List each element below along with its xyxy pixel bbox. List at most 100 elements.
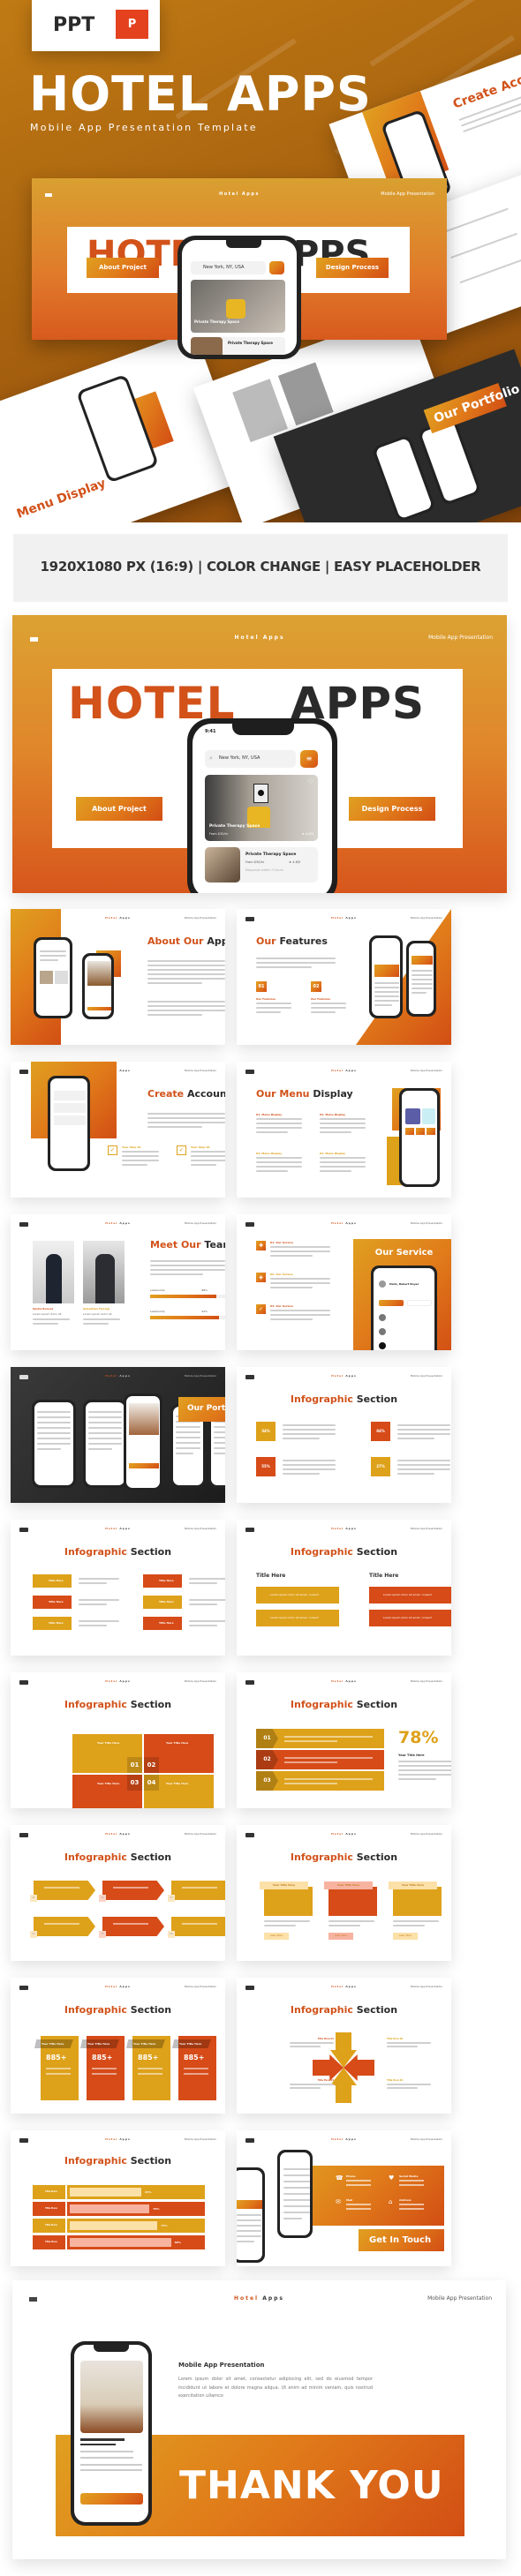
slide-info-cross[interactable]: Hotel Apps Mobile App Presentation Infogra… bbox=[237, 1978, 451, 2114]
search-input[interactable]: ⌕ New York, NY, USA bbox=[205, 750, 296, 768]
phone-mockup: 9:41 ⌕ New York, NY, USA ≡ ♡ Private The… bbox=[187, 718, 337, 893]
phone-mockup bbox=[124, 1393, 162, 1491]
book-button[interactable] bbox=[87, 1007, 111, 1010]
about-project-button[interactable]: About Project bbox=[87, 258, 159, 278]
placeholder-text-line bbox=[79, 1599, 119, 1601]
placeholder-text-line bbox=[320, 1157, 366, 1159]
info-card bbox=[328, 1887, 377, 1916]
slide-info-bars[interactable]: Hotel Apps Mobile App Presentation Infogra… bbox=[11, 2130, 225, 2266]
stat-heading: Your Title Here bbox=[80, 2039, 119, 2048]
book-button[interactable] bbox=[80, 2493, 143, 2505]
hero-subtitle: Mobile App Presentation Template bbox=[30, 122, 258, 133]
placeholder-text-line bbox=[283, 1433, 336, 1435]
placeholder-text-line bbox=[176, 1447, 200, 1449]
get-in-touch-button[interactable]: Get In Touch bbox=[359, 2229, 444, 2251]
placeholder-text-line bbox=[412, 979, 433, 980]
menu-button[interactable] bbox=[427, 1128, 435, 1135]
quad-heading: Your Title Here bbox=[97, 1741, 120, 1745]
slide-menu[interactable]: Hotel Apps Mobile App Presentation Our Men… bbox=[237, 1062, 451, 1198]
placeholder-text-line bbox=[214, 1453, 225, 1454]
filter-button[interactable]: ≡ bbox=[300, 750, 318, 768]
slide-features[interactable]: Hotel Apps Mobile App Presentation Our Fea… bbox=[237, 909, 451, 1045]
slide-info-steps[interactable]: Hotel Apps Mobile App Presentation Infogra… bbox=[237, 1672, 451, 1808]
slide-info-checks[interactable]: Hotel Apps Mobile App Presentation Infogra… bbox=[237, 1520, 451, 1656]
feature-label: Our Features bbox=[256, 997, 276, 1001]
learn-more-button[interactable]: Learn More bbox=[393, 1933, 418, 1940]
placeholder-text-line bbox=[270, 1318, 313, 1320]
placeholder-text-line bbox=[147, 973, 225, 975]
slide-info-arrows[interactable]: Hotel Apps Mobile App Presentation Infogra… bbox=[11, 1825, 225, 1961]
slide-contact[interactable]: Hotel Apps Mobile App Presentation ☎ Phone ♥… bbox=[237, 2130, 451, 2266]
placeholder-text-line bbox=[374, 1004, 392, 1006]
placeholder-text-line bbox=[37, 1448, 61, 1450]
slide-about[interactable]: Hotel Apps Mobile App Presentation About O… bbox=[11, 909, 225, 1045]
menu-button[interactable] bbox=[405, 1128, 414, 1135]
banner-text: 1920X1080 PX (16:9) | COLOR CHANGE | EAS… bbox=[40, 559, 481, 575]
contact-label: Address bbox=[399, 2198, 412, 2202]
placeholder-text-line bbox=[44, 1887, 79, 1889]
listing-card[interactable]: Private Therapy Space bbox=[191, 337, 285, 355]
step-heading: Your Title Here bbox=[398, 1754, 425, 1757]
skill-label: Leadership bbox=[150, 1288, 165, 1292]
slide-account[interactable]: Hotel AppsMobile App PresentationCreate … bbox=[11, 1062, 225, 1198]
placeholder-text-line bbox=[92, 2073, 117, 2075]
placeholder-text-line bbox=[374, 991, 399, 993]
header-right-label: Mobile App Presentation bbox=[410, 1220, 443, 1225]
person-silhouette bbox=[95, 1254, 115, 1303]
slide-title: Infographic Section bbox=[64, 1546, 172, 1558]
slide-portfolio[interactable]: Hotel Apps Mobile App Presentation Our Por… bbox=[11, 1367, 225, 1503]
cross-label: Title Here 01 bbox=[317, 2038, 334, 2040]
listing-card[interactable]: Private Therapy Space bbox=[191, 280, 285, 333]
tab-inactive[interactable] bbox=[407, 1300, 432, 1306]
placeholder-text-line bbox=[283, 2168, 310, 2170]
design-process-button[interactable]: Design Process bbox=[316, 258, 389, 278]
placeholder-text-line bbox=[147, 969, 225, 971]
placeholder-text-line bbox=[237, 2214, 261, 2216]
step-row: 01 bbox=[256, 1729, 384, 1748]
bar-label: Title Here bbox=[33, 2235, 65, 2249]
search-input[interactable]: New York, NY, USA bbox=[191, 261, 266, 274]
tab-active[interactable] bbox=[379, 1300, 404, 1306]
slide-title: About Our App bbox=[147, 935, 225, 947]
person-silhouette bbox=[46, 1254, 62, 1303]
about-project-button[interactable]: About Project bbox=[76, 797, 162, 821]
bar-fill bbox=[70, 2188, 142, 2197]
card-cyan bbox=[422, 1108, 435, 1124]
slide-info-stats[interactable]: Hotel Apps Mobile App Presentation Infogra… bbox=[11, 1978, 225, 2114]
filter-button[interactable] bbox=[269, 261, 284, 274]
bar-label: Title Here bbox=[33, 2185, 65, 2199]
placeholder-text-line bbox=[37, 1443, 71, 1445]
book-button[interactable] bbox=[129, 1463, 159, 1468]
heart-icon[interactable]: ♡ bbox=[308, 778, 313, 785]
list-item[interactable] bbox=[54, 1103, 86, 1113]
listing-card[interactable]: ♡ Private Therapy Space From $30/hr ★ 4.… bbox=[205, 775, 318, 841]
slide-info-quad[interactable]: Hotel Apps Mobile App Presentation Infogra… bbox=[11, 1672, 225, 1808]
learn-more-button[interactable]: Learn More bbox=[264, 1933, 289, 1940]
slide-team[interactable]: Hotel Apps Mobile App Presentation Sasha R… bbox=[11, 1214, 225, 1350]
slide-info-list[interactable]: Hotel Apps Mobile App Presentation Infogra… bbox=[11, 1520, 225, 1656]
member-name: Sasha Reeves bbox=[33, 1307, 54, 1311]
slide-service[interactable]: Hotel Apps Mobile App Presentation ✚ 01. Ou… bbox=[237, 1214, 451, 1350]
slide-info-percent[interactable]: Hotel Apps Mobile App Presentation Infogra… bbox=[237, 1367, 451, 1503]
learn-more-button[interactable]: Learn More bbox=[328, 1933, 353, 1940]
placeholder-text-line bbox=[387, 2042, 431, 2044]
list-item[interactable] bbox=[54, 1091, 86, 1100]
placeholder-text-line bbox=[40, 950, 66, 952]
placeholder-text-line bbox=[290, 2084, 334, 2085]
percent-value: 27% bbox=[371, 1457, 390, 1476]
slide-info-cards[interactable]: Hotel Apps Mobile App Presentation Infogra… bbox=[237, 1825, 451, 1961]
check-item-text: Lorem ipsum dolor sit amet, consect bbox=[369, 1610, 451, 1626]
placeholder-text-line bbox=[214, 1447, 225, 1449]
design-process-button[interactable]: Design Process bbox=[349, 797, 435, 821]
list-item-label: Title Here bbox=[143, 1574, 182, 1588]
placeholder-text-line bbox=[88, 1422, 122, 1423]
placeholder-text-line bbox=[398, 1761, 451, 1762]
placeholder-text-line bbox=[264, 1920, 310, 1922]
menu-button[interactable] bbox=[416, 1128, 425, 1135]
placeholder-text-line bbox=[176, 1431, 200, 1433]
listing-card[interactable]: Private Therapy Space From $30/hr ★ 4.8/… bbox=[205, 847, 318, 882]
list-item[interactable] bbox=[54, 1115, 86, 1125]
step-number: 03 bbox=[256, 1771, 278, 1791]
placeholder-text-line bbox=[397, 1468, 450, 1470]
placeholder-text-line bbox=[92, 2068, 117, 2069]
